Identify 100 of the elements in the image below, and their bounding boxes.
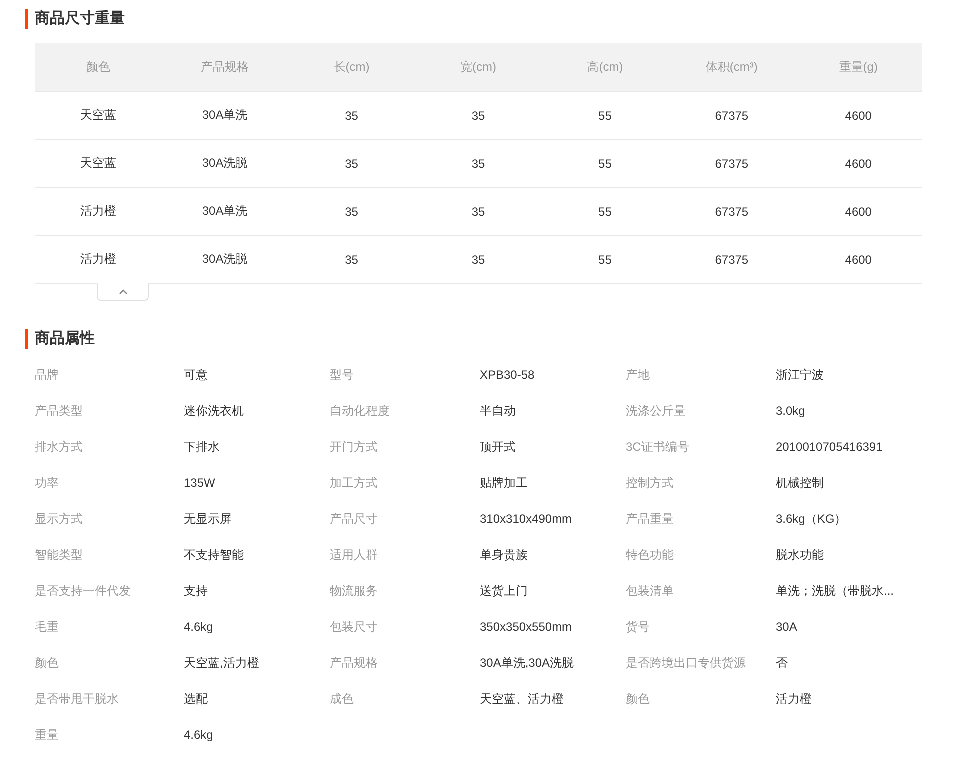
table-cell: 67375	[715, 156, 749, 170]
attribute-value: 选配	[184, 691, 209, 708]
column-header: 体积(cm³)	[706, 58, 758, 76]
column-header: 重量(g)	[839, 58, 878, 76]
attribute-label: 洗涤公斤量	[626, 403, 687, 420]
table-cell: 4600	[845, 156, 872, 170]
attribute-label: 颜色	[35, 655, 60, 672]
table-cell: 30A洗脱	[202, 251, 248, 268]
attribute-value: 30A	[776, 619, 798, 636]
attribute-label: 是否带甩干脱水	[35, 691, 120, 708]
table-cell: 4600	[845, 108, 872, 122]
attribute-value: 单身贵族	[480, 547, 529, 564]
attribute-label: 包装尺寸	[330, 619, 379, 636]
attribute-value: 无显示屏	[184, 511, 233, 528]
attribute-label: 智能类型	[35, 547, 84, 564]
attribute-value: 310x310x490mm	[480, 511, 574, 528]
attribute-label: 功率	[35, 475, 60, 492]
attribute-value: 350x350x550mm	[480, 619, 574, 636]
attribute-label: 3C证书编号	[626, 439, 690, 456]
attribute-value: 天空蓝,活力橙	[184, 655, 260, 672]
table-cell: 35	[472, 252, 486, 266]
column-header: 宽(cm)	[460, 58, 496, 76]
attribute-label: 适用人群	[330, 547, 379, 564]
table-cell: 67375	[715, 204, 749, 218]
table-cell: 4600	[845, 204, 872, 218]
attribute-value: 支持	[184, 583, 209, 600]
attribute-value: 浙江宁波	[776, 367, 825, 384]
column-header: 产品规格	[201, 58, 250, 76]
table-cell: 35	[345, 204, 358, 218]
attribute-value: 不支持智能	[184, 547, 245, 564]
attribute-value: 135W	[184, 475, 216, 492]
table-cell: 67375	[715, 108, 749, 122]
attribute-label: 是否跨境出口专供货源	[626, 655, 747, 672]
attribute-value: 送货上门	[480, 583, 529, 600]
table-cell: 活力橙	[80, 203, 116, 220]
table-cell: 35	[345, 156, 358, 170]
table-cell: 天空蓝	[80, 155, 116, 172]
attribute-label: 特色功能	[626, 547, 675, 564]
attribute-value: 贴牌加工	[480, 475, 529, 492]
collapse-button[interactable]	[97, 283, 149, 301]
attribute-label: 品牌	[35, 367, 60, 384]
attribute-value: 30A单洗,30A洗脱	[480, 655, 576, 672]
chevron-up-icon	[118, 289, 128, 295]
attribute-label: 货号	[626, 619, 651, 636]
attribute-label: 加工方式	[330, 475, 379, 492]
attribute-value: 3.6kg（KG）	[776, 511, 848, 528]
attribute-label: 产品尺寸	[330, 511, 379, 528]
table-cell: 天空蓝	[80, 107, 116, 124]
attribute-value: 2010010705416391	[776, 439, 884, 456]
attribute-label: 自动化程度	[330, 403, 391, 420]
table-cell: 4600	[845, 252, 872, 266]
table-cell: 35	[472, 108, 486, 122]
section-title: 商品尺寸重量	[25, 9, 922, 29]
attribute-value: 可意	[184, 367, 209, 384]
attribute-label: 毛重	[35, 619, 60, 636]
column-header: 长(cm)	[334, 58, 370, 76]
attribute-label: 控制方式	[626, 475, 675, 492]
attribute-label: 产品规格	[330, 655, 379, 672]
attribute-value: 4.6kg	[184, 619, 214, 636]
attribute-label: 重量	[35, 727, 60, 744]
table-cell: 35	[345, 108, 358, 122]
attribute-label: 是否支持一件代发	[35, 583, 132, 600]
table-cell: 35	[345, 252, 358, 266]
column-header: 高(cm)	[587, 58, 624, 76]
table-cell: 55	[598, 252, 612, 266]
attribute-label: 物流服务	[330, 583, 379, 600]
attribute-value: 半自动	[480, 403, 517, 420]
table-cell: 30A单洗	[202, 107, 248, 124]
attribute-value: 4.6kg	[184, 727, 214, 744]
table-cell: 30A洗脱	[202, 155, 248, 172]
attribute-label: 排水方式	[35, 439, 84, 456]
attribute-value: 机械控制	[776, 475, 825, 492]
table-cell: 55	[598, 156, 612, 170]
attribute-value: 迷你洗衣机	[184, 403, 245, 420]
attribute-label: 产品类型	[35, 403, 84, 420]
section-title: 商品属性	[25, 329, 922, 349]
attribute-label: 产地	[626, 367, 651, 384]
attribute-value: 下排水	[184, 439, 221, 456]
attribute-value: 单洗；洗脱（带脱水...	[776, 583, 896, 600]
attribute-label: 显示方式	[35, 511, 84, 528]
table-cell: 30A单洗	[202, 203, 248, 220]
attribute-label: 成色	[330, 691, 355, 708]
attribute-value: 天空蓝、活力橙	[480, 691, 565, 708]
table-cell: 67375	[715, 252, 749, 266]
attribute-label: 包装清单	[626, 583, 675, 600]
table-cell: 活力橙	[80, 251, 116, 268]
table-cell: 55	[598, 108, 612, 122]
table-cell: 35	[472, 204, 486, 218]
attribute-value: 否	[776, 655, 789, 672]
attribute-value: 脱水功能	[776, 547, 825, 564]
attribute-label: 型号	[330, 367, 355, 384]
column-header: 颜色	[86, 58, 110, 76]
attribute-label: 颜色	[626, 691, 651, 708]
attribute-value: 3.0kg	[776, 403, 806, 420]
table-cell: 55	[598, 204, 612, 218]
attribute-label: 开门方式	[330, 439, 379, 456]
attribute-label: 产品重量	[626, 511, 675, 528]
attribute-value: 顶开式	[480, 439, 517, 456]
attribute-value: 活力橙	[776, 691, 813, 708]
attribute-value: XPB30-58	[480, 367, 536, 384]
